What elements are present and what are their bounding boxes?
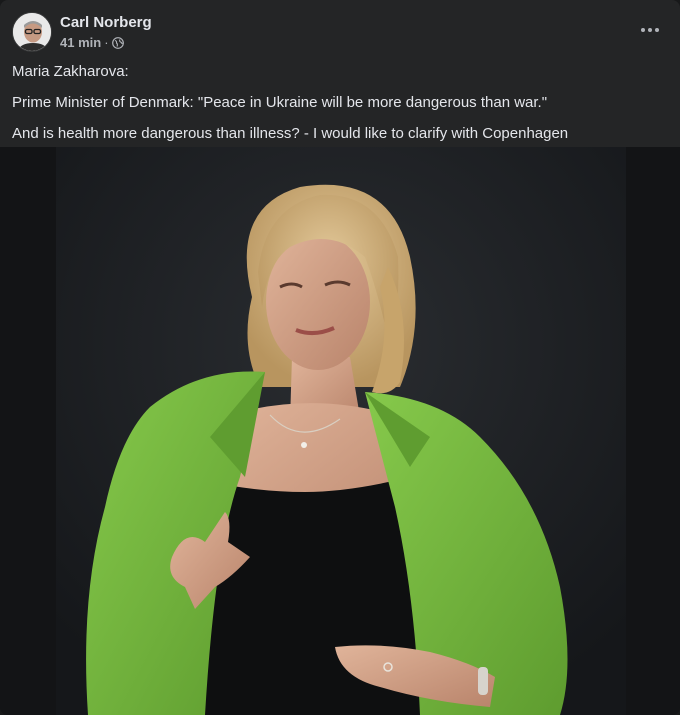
post-photo[interactable]: [0, 147, 680, 715]
photo-image: [0, 147, 680, 715]
author-avatar[interactable]: [12, 12, 52, 52]
avatar-image: [13, 13, 51, 51]
meta-separator: ·: [104, 35, 109, 50]
globe-icon[interactable]: [111, 37, 124, 49]
author-name[interactable]: Carl Norberg: [60, 14, 152, 31]
post-header: Carl Norberg 41 min ·: [0, 0, 680, 58]
post-text: Maria Zakharova: Prime Minister of Denma…: [12, 62, 668, 155]
more-options-icon: [641, 28, 645, 32]
feed-post: Carl Norberg 41 min · Maria Zakharova: P…: [0, 0, 680, 715]
post-meta: 41 min ·: [60, 35, 124, 50]
post-text-line: Maria Zakharova:: [12, 63, 129, 80]
post-text-line: And is health more dangerous than illnes…: [12, 125, 569, 142]
post-timestamp[interactable]: 41 min: [60, 35, 101, 50]
more-options-button[interactable]: [632, 16, 668, 44]
post-text-line: Prime Minister of Denmark: "Peace in Ukr…: [12, 94, 548, 111]
